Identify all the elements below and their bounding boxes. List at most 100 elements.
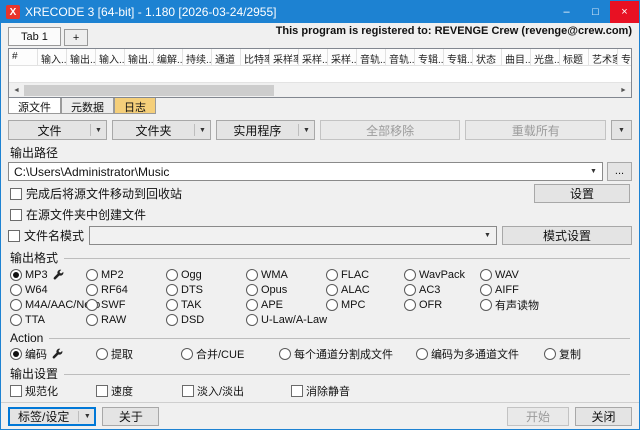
action-radio[interactable]: 提取 xyxy=(96,346,181,361)
chevron-down-icon[interactable]: ▼ xyxy=(91,127,106,134)
browse-button[interactable]: ... xyxy=(607,162,632,181)
chevron-down-icon[interactable]: ▼ xyxy=(299,127,314,134)
column-header[interactable]: 采样... xyxy=(328,49,357,65)
file-button[interactable]: 文件 ▼ xyxy=(8,120,107,140)
add-tab-button[interactable]: + xyxy=(64,29,88,46)
output-setting-checkbox[interactable]: 规范化 xyxy=(10,383,96,398)
chevron-down-icon[interactable]: ▼ xyxy=(195,127,210,134)
format-radio[interactable]: WavPack xyxy=(404,267,480,282)
filename-pattern-checkbox[interactable]: 文件名模式 xyxy=(8,227,84,244)
tab-source-files[interactable]: 源文件 xyxy=(8,98,61,114)
column-header[interactable]: 输出... xyxy=(125,49,154,65)
chevron-down-icon[interactable]: ▼ xyxy=(79,413,95,420)
format-radio[interactable]: AC3 xyxy=(404,282,480,297)
chevron-down-icon[interactable]: ▼ xyxy=(585,168,602,175)
column-header[interactable]: 采样... xyxy=(299,49,328,65)
column-header[interactable]: 专辑... xyxy=(415,49,444,65)
action-radio[interactable]: 编码为多通道文件 xyxy=(416,346,544,361)
tab-log[interactable]: 日志 xyxy=(114,98,156,114)
tab-1[interactable]: Tab 1 xyxy=(8,27,61,46)
format-label: MP3 xyxy=(25,269,48,281)
format-radio[interactable]: DSD xyxy=(166,312,246,327)
column-header[interactable]: 输入... xyxy=(96,49,125,65)
format-radio[interactable]: DTS xyxy=(166,282,246,297)
output-setting-checkbox[interactable]: 淡入/淡出 xyxy=(182,383,291,398)
format-radio[interactable]: 有声读物 xyxy=(480,297,630,312)
output-setting-checkbox[interactable]: 速度 xyxy=(96,383,182,398)
move-to-recycle-checkbox[interactable]: 完成后将源文件移动到回收站 xyxy=(10,185,182,202)
column-header[interactable]: 标题 xyxy=(560,49,589,65)
pattern-settings-button[interactable]: 模式设置 xyxy=(502,226,632,245)
checkbox-box xyxy=(291,385,303,397)
column-header[interactable]: 通道 xyxy=(212,49,241,65)
format-radio[interactable]: SWF xyxy=(86,297,166,312)
action-radio[interactable]: 编码 xyxy=(10,346,96,361)
minimize-button[interactable]: – xyxy=(552,1,581,23)
column-header[interactable]: 持续... xyxy=(183,49,212,65)
maximize-button[interactable]: □ xyxy=(581,1,610,23)
column-header[interactable]: 音轨... xyxy=(357,49,386,65)
table-body[interactable] xyxy=(9,66,631,82)
settings-button[interactable]: 设置 xyxy=(534,184,630,203)
close-icon[interactable]: × xyxy=(610,1,639,23)
format-radio[interactable]: AIFF xyxy=(480,282,630,297)
action-radio[interactable]: 合并/CUE xyxy=(181,346,279,361)
column-header[interactable]: 采样率 xyxy=(270,49,299,65)
column-header[interactable]: 专辑... xyxy=(444,49,473,65)
format-radio[interactable]: Opus xyxy=(246,282,326,297)
column-header[interactable]: 光盘... xyxy=(531,49,560,65)
scroll-right-icon[interactable]: ► xyxy=(616,87,631,94)
format-radio[interactable]: TTA xyxy=(10,312,86,327)
format-label: AIFF xyxy=(495,284,519,296)
radio-circle xyxy=(10,348,22,360)
format-radio[interactable]: W64 xyxy=(10,282,86,297)
radio-circle xyxy=(86,269,98,281)
scroll-thumb[interactable] xyxy=(24,85,274,96)
column-header[interactable]: 专辑 xyxy=(618,49,631,65)
create-in-source-checkbox[interactable]: 在源文件夹中创建文件 xyxy=(10,206,146,223)
output-setting-checkbox[interactable]: 消除静音 xyxy=(291,383,630,398)
column-header[interactable]: 输出... xyxy=(67,49,96,65)
close-window-button[interactable]: 关闭 xyxy=(575,407,632,426)
column-header[interactable]: # xyxy=(9,49,38,65)
tab-metadata[interactable]: 元数据 xyxy=(61,98,114,114)
format-radio[interactable]: MP2 xyxy=(86,267,166,282)
column-header[interactable]: 比特率 xyxy=(241,49,270,65)
scroll-left-icon[interactable]: ◄ xyxy=(9,87,24,94)
format-radio[interactable]: M4A/AAC/Nero xyxy=(10,297,86,312)
format-radio[interactable]: MPC xyxy=(326,297,404,312)
format-radio[interactable]: FLAC xyxy=(326,267,404,282)
format-radio[interactable]: RAW xyxy=(86,312,166,327)
format-radio[interactable]: APE xyxy=(246,297,326,312)
format-radio[interactable]: WAV xyxy=(480,267,630,282)
radio-circle xyxy=(10,314,22,326)
wrench-icon[interactable] xyxy=(53,269,64,280)
about-button[interactable]: 关于 xyxy=(102,407,159,426)
format-radio[interactable]: WMA xyxy=(246,267,326,282)
column-header[interactable]: 输入... xyxy=(38,49,67,65)
column-header[interactable]: 曲目... xyxy=(502,49,531,65)
format-label: U-Law/A-Law xyxy=(261,314,327,326)
utilities-button[interactable]: 实用程序 ▼ xyxy=(216,120,315,140)
format-radio[interactable]: OFR xyxy=(404,297,480,312)
folder-button[interactable]: 文件夹 ▼ xyxy=(112,120,211,140)
wrench-icon[interactable] xyxy=(52,348,63,359)
output-path-combobox[interactable]: C:\Users\Administrator\Music ▼ xyxy=(8,162,603,181)
format-radio[interactable]: U-Law/A-Law xyxy=(246,312,326,327)
column-header[interactable]: 状态 xyxy=(473,49,502,65)
format-radio[interactable]: RF64 xyxy=(86,282,166,297)
more-options-button[interactable]: ▼ xyxy=(611,120,632,140)
format-radio[interactable]: MP3 xyxy=(10,267,86,282)
action-radio[interactable]: 复制 xyxy=(544,346,630,361)
format-radio[interactable]: ALAC xyxy=(326,282,404,297)
format-radio[interactable]: TAK xyxy=(166,297,246,312)
column-header[interactable]: 编解... xyxy=(154,49,183,65)
tags-settings-button[interactable]: 标签/设定 ▼ xyxy=(8,407,96,426)
format-radio[interactable]: Ogg xyxy=(166,267,246,282)
column-header[interactable]: 音轨... xyxy=(386,49,415,65)
action-section: Action xyxy=(10,331,630,345)
column-header[interactable]: 艺术家 xyxy=(589,49,618,65)
horizontal-scrollbar[interactable]: ◄ ► xyxy=(9,82,631,97)
checkbox-box xyxy=(10,188,22,200)
action-radio[interactable]: 每个通道分割成文件 xyxy=(279,346,416,361)
